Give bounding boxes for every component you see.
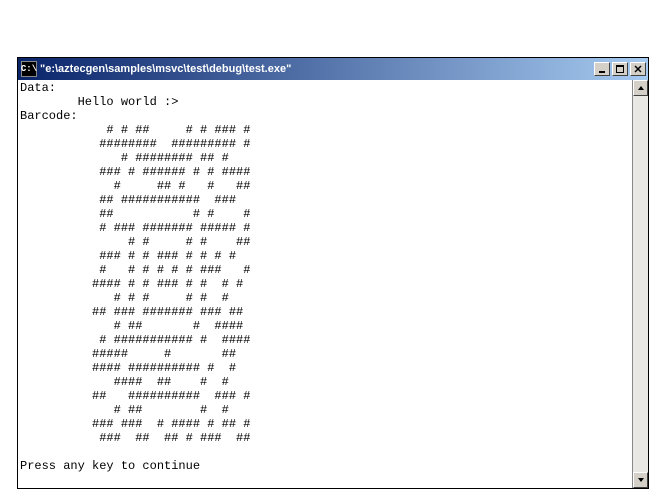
- maximize-button[interactable]: [612, 62, 628, 76]
- window-controls: [592, 62, 646, 76]
- minimize-button[interactable]: [594, 62, 610, 76]
- minimize-icon: [598, 65, 606, 73]
- scroll-down-button[interactable]: [633, 472, 648, 488]
- app-icon: C:\: [21, 61, 37, 77]
- window-title: "e:\aztecgen\samples\msvc\test\debug\tes…: [40, 63, 592, 75]
- console-window: C:\ "e:\aztecgen\samples\msvc\test\debug…: [17, 57, 649, 489]
- chevron-down-icon: [637, 476, 645, 484]
- titlebar[interactable]: C:\ "e:\aztecgen\samples\msvc\test\debug…: [18, 58, 648, 80]
- chevron-up-icon: [637, 84, 645, 92]
- maximize-icon: [616, 65, 624, 73]
- client-area: Data: Hello world :> Barcode: # # ## # #…: [18, 80, 648, 488]
- scroll-up-button[interactable]: [633, 80, 648, 96]
- close-icon: [634, 65, 642, 73]
- console-output: Data: Hello world :> Barcode: # # ## # #…: [18, 80, 632, 488]
- vertical-scrollbar[interactable]: [632, 80, 648, 488]
- scroll-track[interactable]: [633, 96, 648, 472]
- close-button[interactable]: [630, 62, 646, 76]
